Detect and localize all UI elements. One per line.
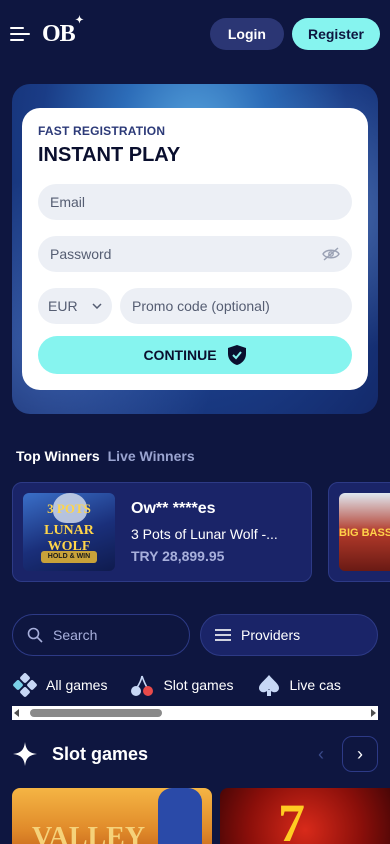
email-field[interactable]: Email: [38, 184, 352, 220]
hero-banner: FAST REGISTRATION INSTANT PLAY Email Pas…: [12, 84, 378, 414]
promo-placeholder: Promo code (optional): [132, 298, 270, 314]
header-actions: Login Register: [209, 18, 380, 50]
registration-card: FAST REGISTRATION INSTANT PLAY Email Pas…: [22, 108, 368, 390]
providers-label: Providers: [241, 627, 301, 643]
scroll-right-arrow-icon[interactable]: [371, 709, 376, 717]
winner-game: 3 Pots of Lunar Wolf -...: [131, 526, 278, 542]
slot-games-header: Slot games ‹ ›: [12, 736, 378, 772]
cherry-icon: [131, 675, 154, 696]
currency-promo-row: EUR Promo code (optional): [38, 288, 352, 324]
carousel-prev-button[interactable]: ‹: [304, 737, 338, 771]
continue-button[interactable]: CONTINUE: [38, 336, 352, 374]
sparkle-logo-icon: ✦: [75, 14, 83, 26]
category-label: Live cas: [289, 677, 341, 693]
horizontal-scrollbar[interactable]: [12, 706, 378, 720]
search-input[interactable]: Search: [12, 614, 190, 656]
winner-amount: TRY 28,899.95: [131, 548, 225, 564]
carousel-next-button[interactable]: ›: [342, 736, 378, 772]
game-thumbnail: BIG BASS: [339, 493, 390, 571]
sparkle-icon: [13, 742, 37, 766]
tab-top-winners[interactable]: Top Winners: [16, 448, 100, 464]
tab-live-winners[interactable]: Live Winners: [108, 448, 195, 464]
game-categories: All games Slot games Live cas: [12, 670, 390, 700]
winner-card-next[interactable]: BIG BASS: [328, 482, 390, 582]
thumb-title: BIG BASS: [339, 527, 390, 539]
section-title: Slot games: [52, 743, 149, 764]
game-thumbnail: 3 POTS LUNAR WOLF HOLD & WIN: [23, 493, 115, 571]
winners-tabs: Top Winners Live Winners: [16, 448, 195, 464]
search-icon: [27, 627, 43, 643]
category-slot-games[interactable]: Slot games: [129, 672, 234, 698]
continue-label: CONTINUE: [143, 347, 217, 363]
list-icon: [215, 629, 231, 641]
brand-logo[interactable]: OB ✦: [42, 15, 84, 48]
search-placeholder: Search: [53, 627, 98, 643]
eye-off-icon[interactable]: [322, 247, 340, 261]
winner-name: Ow** ****es: [131, 500, 216, 517]
registration-title: INSTANT PLAY: [38, 144, 181, 166]
chevron-down-icon: [92, 303, 102, 309]
registration-subtitle: FAST REGISTRATION: [38, 124, 166, 138]
game-tile[interactable]: 7: [220, 788, 390, 844]
game-tile[interactable]: VALLEY: [12, 788, 212, 844]
password-field[interactable]: Password: [38, 236, 352, 272]
category-all-games[interactable]: All games: [12, 672, 107, 698]
pharaoh-art-icon: [158, 788, 202, 844]
thumb-badge: HOLD & WIN: [41, 551, 97, 563]
scroll-left-arrow-icon[interactable]: [14, 709, 19, 717]
game-tile-title: 7: [278, 793, 305, 844]
menu-icon[interactable]: [10, 25, 32, 43]
currency-select[interactable]: EUR: [38, 288, 112, 324]
scroll-thumb[interactable]: [30, 709, 162, 717]
currency-value: EUR: [48, 298, 78, 314]
grid-diamonds-icon: [13, 673, 37, 697]
providers-button[interactable]: Providers: [200, 614, 378, 656]
top-header: OB ✦ Login Register: [0, 0, 390, 68]
login-button[interactable]: Login: [209, 18, 284, 50]
category-label: Slot games: [163, 677, 234, 693]
register-button[interactable]: Register: [291, 18, 380, 50]
winner-card[interactable]: 3 POTS LUNAR WOLF HOLD & WIN Ow** ****es…: [12, 482, 312, 582]
category-live-casino[interactable]: Live cas: [256, 672, 341, 698]
promo-code-field[interactable]: Promo code (optional): [120, 288, 352, 324]
thumb-title-line1: 3 POTS: [47, 501, 91, 516]
winner-info: Ow** ****es 3 Pots of Lunar Wolf -... TR…: [131, 500, 278, 564]
shield-check-icon: [227, 345, 246, 365]
category-label: All games: [46, 677, 108, 693]
password-placeholder: Password: [50, 246, 112, 262]
game-tile-title: VALLEY: [32, 822, 146, 844]
email-placeholder: Email: [50, 194, 86, 210]
spade-icon: [258, 675, 279, 696]
